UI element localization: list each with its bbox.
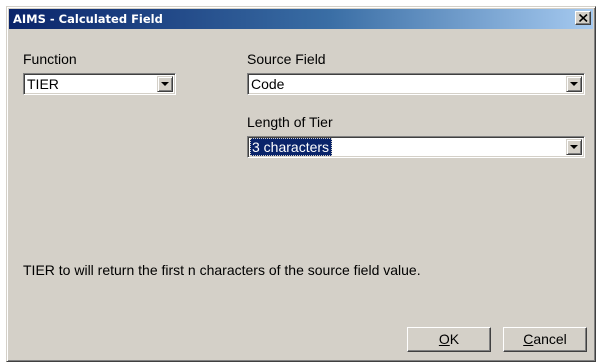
close-icon (579, 14, 588, 22)
ok-button[interactable]: OK (407, 327, 491, 352)
ok-label-rest: K (449, 331, 460, 347)
cancel-mnemonic: C (523, 331, 534, 347)
source-field-value: Code (251, 76, 285, 92)
function-select[interactable]: TIER (23, 73, 176, 95)
cancel-button[interactable]: Cancel (503, 327, 587, 352)
chevron-down-icon (570, 145, 578, 149)
title-bar[interactable]: AIMS - Calculated Field (9, 9, 593, 29)
source-field-label: Source Field (247, 51, 326, 67)
ok-mnemonic: O (438, 331, 450, 347)
cancel-label-rest: ancel (533, 331, 567, 347)
function-description: TIER to will return the first n characte… (23, 262, 421, 278)
length-of-tier-label: Length of Tier (247, 114, 333, 130)
close-button[interactable] (575, 11, 591, 25)
calculated-field-dialog: AIMS - Calculated Field Function TIER So… (6, 6, 596, 362)
window-title: AIMS - Calculated Field (13, 12, 163, 26)
length-of-tier-value: 3 characters (250, 138, 333, 156)
chevron-down-icon (570, 82, 578, 86)
chevron-down-icon (161, 82, 169, 86)
length-of-tier-select[interactable]: 3 characters (247, 136, 585, 158)
function-label: Function (23, 51, 77, 67)
function-dropdown-button[interactable] (157, 76, 173, 92)
source-field-select[interactable]: Code (247, 73, 585, 95)
function-value: TIER (27, 76, 59, 92)
length-of-tier-dropdown-button[interactable] (566, 139, 582, 155)
source-field-dropdown-button[interactable] (566, 76, 582, 92)
